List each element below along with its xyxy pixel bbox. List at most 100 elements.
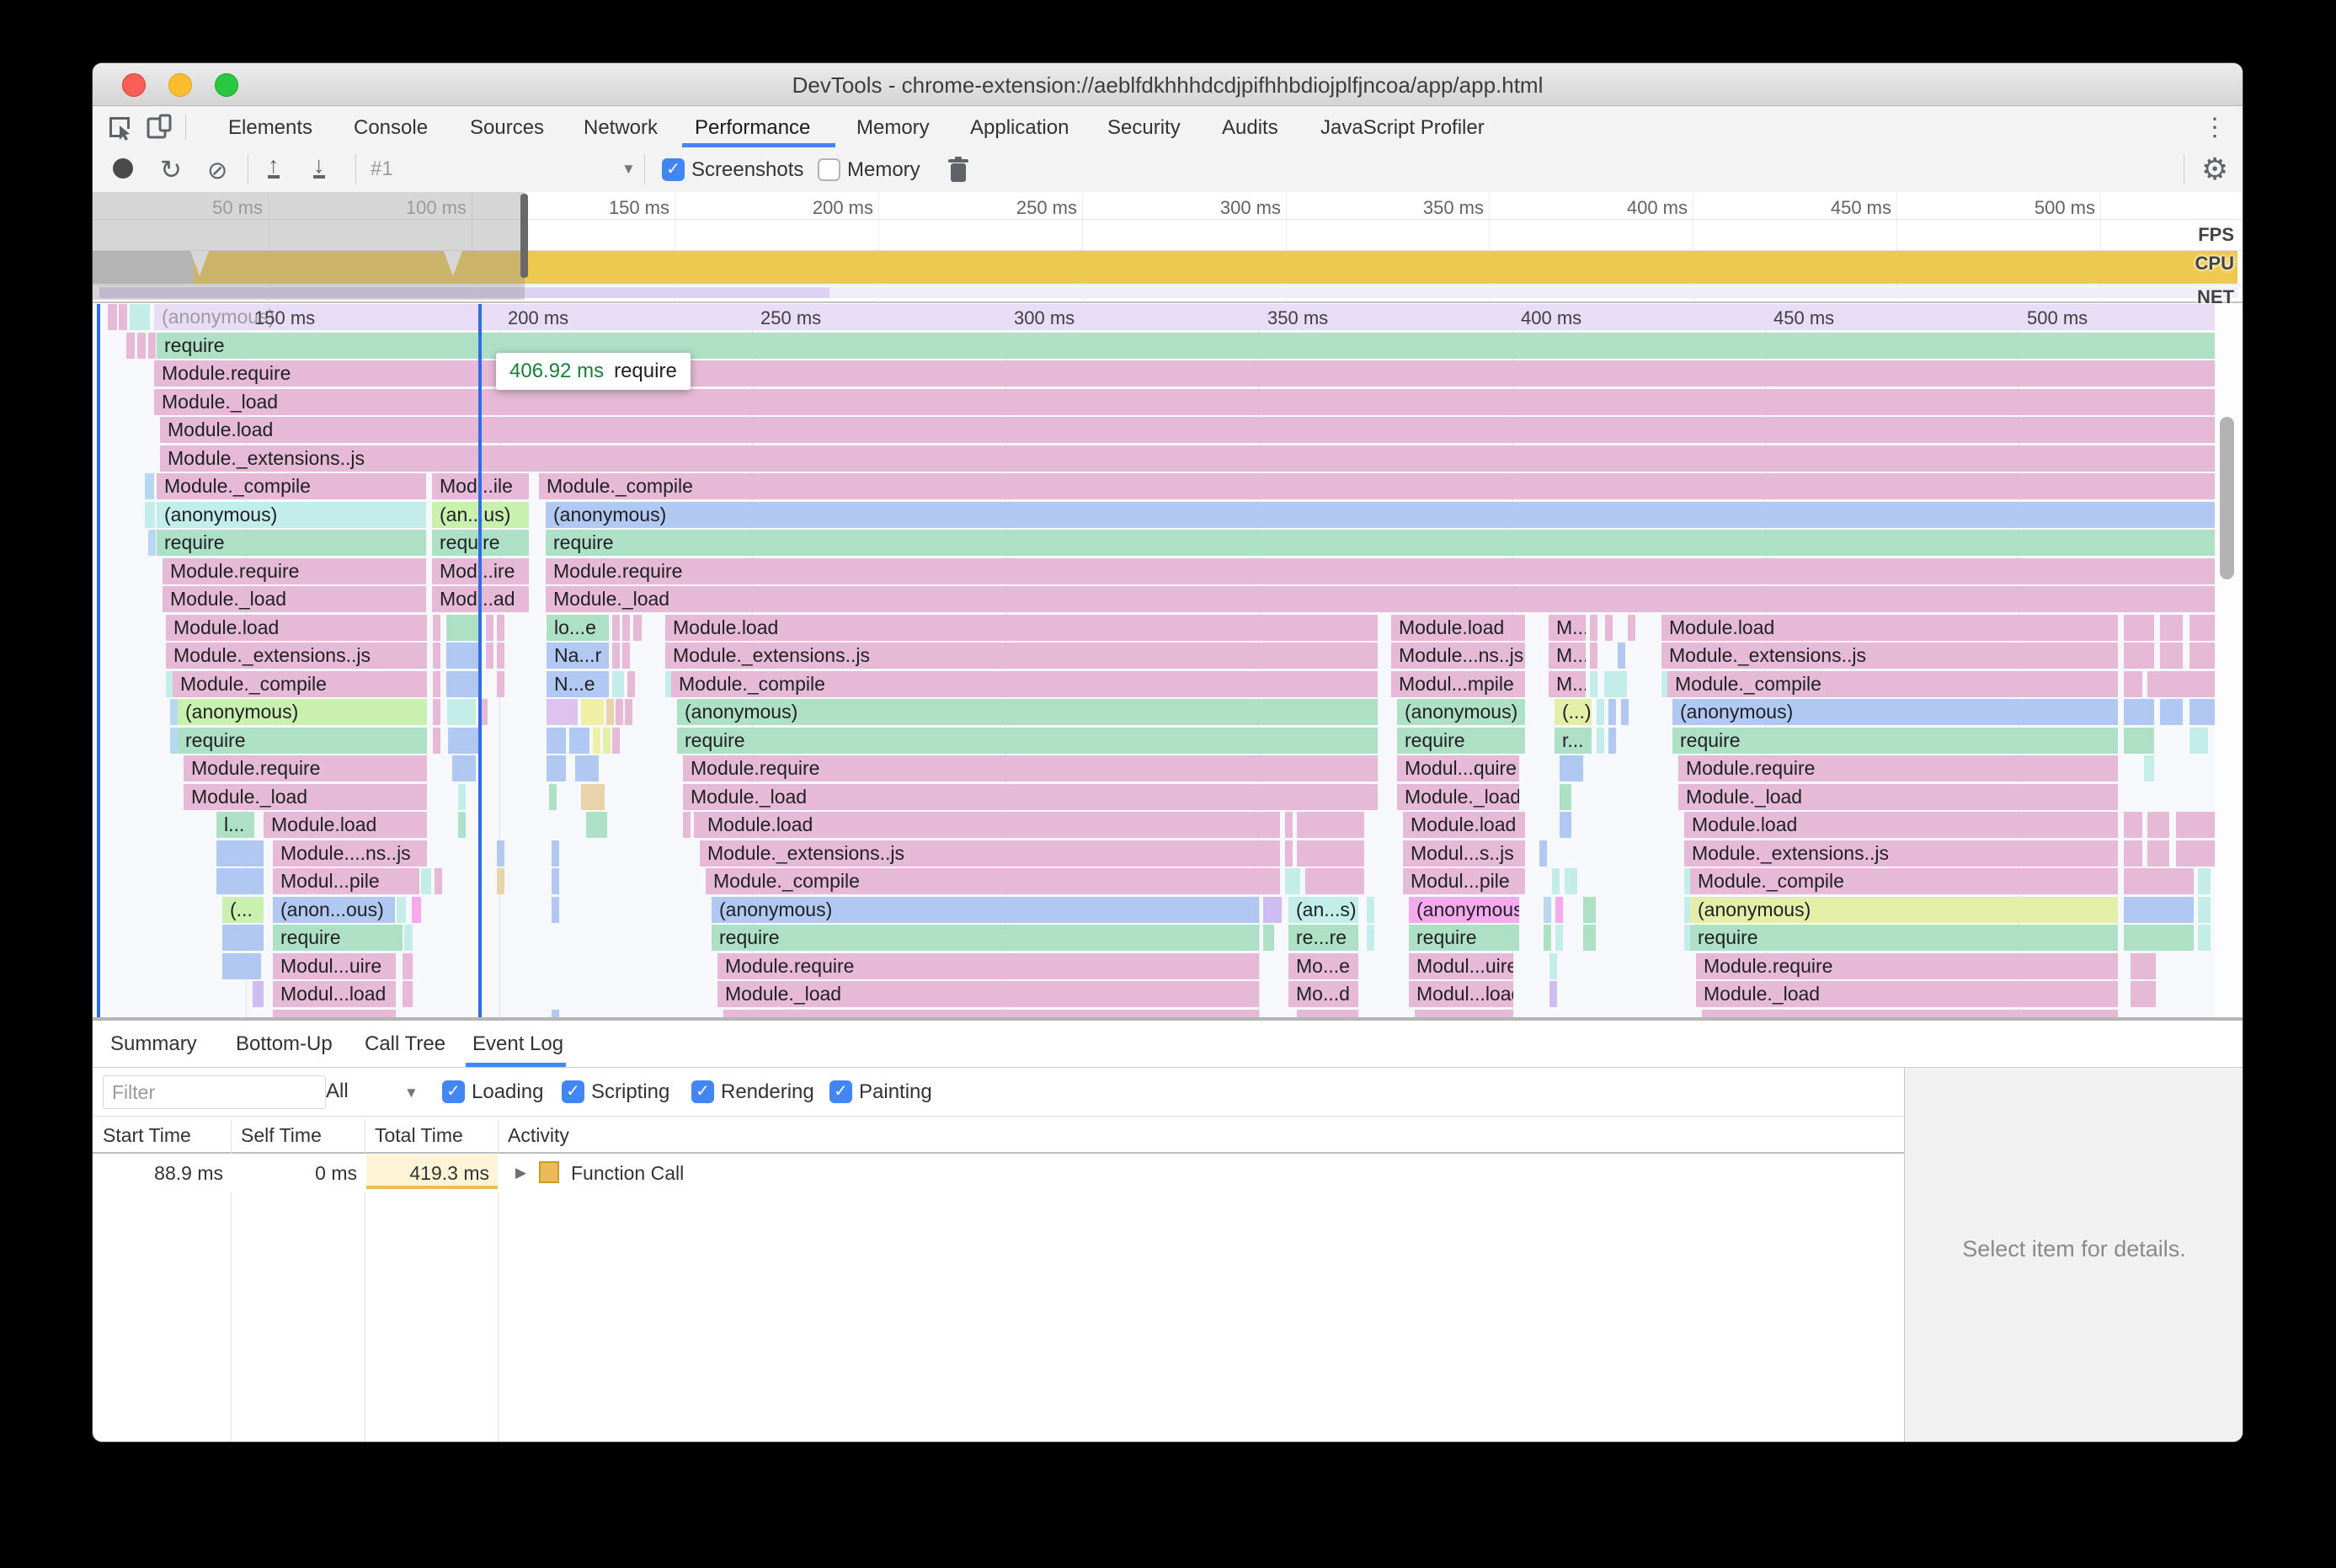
flame-bar[interactable]: [397, 897, 406, 923]
flame-bar[interactable]: [581, 699, 604, 725]
flame-bar[interactable]: [126, 333, 135, 359]
flame-bar[interactable]: Module.load: [264, 812, 427, 838]
flame-bar[interactable]: [1552, 868, 1560, 894]
flame-bar[interactable]: (anonymous): [1397, 699, 1525, 725]
flame-bar[interactable]: [586, 812, 607, 838]
flame-bar[interactable]: [616, 699, 623, 725]
flame-bar[interactable]: [1590, 615, 1597, 641]
flame-bar[interactable]: [2124, 812, 2142, 838]
flame-bar[interactable]: Modul...uire: [1409, 953, 1513, 979]
record-button[interactable]: [113, 158, 133, 179]
inspect-element-icon[interactable]: [106, 114, 133, 145]
flame-bar[interactable]: [606, 699, 614, 725]
flame-bar[interactable]: Module.require: [546, 558, 2215, 584]
flame-bar[interactable]: lo...e: [547, 615, 609, 641]
flame-bar[interactable]: [2176, 812, 2215, 838]
flame-bar[interactable]: Module.require: [154, 360, 2215, 387]
flame-bar[interactable]: [2189, 615, 2215, 641]
flame-bar[interactable]: [273, 1010, 396, 1017]
column-header-self-time[interactable]: Self Time: [241, 1124, 322, 1147]
flame-bar[interactable]: [145, 473, 154, 499]
flame-bar[interactable]: [603, 728, 611, 754]
flame-bar[interactable]: Module._extensions..js: [1684, 840, 2118, 867]
flame-bar[interactable]: M...: [1549, 615, 1586, 641]
flame-bar[interactable]: Mo...e: [1288, 953, 1358, 979]
flame-bar[interactable]: [1604, 671, 1627, 697]
column-header-activity[interactable]: Activity: [508, 1124, 569, 1147]
flame-bar[interactable]: [2124, 699, 2154, 725]
flame-bar[interactable]: Module._load: [1696, 981, 2118, 1007]
flame-bar[interactable]: [1565, 868, 1577, 894]
flame-bar[interactable]: [2124, 840, 2142, 867]
capture-settings-icon[interactable]: ⚙: [2201, 152, 2228, 187]
flame-bar[interactable]: Module._extensions..js: [1661, 643, 2118, 669]
flame-bar[interactable]: [2189, 699, 2215, 725]
flame-bar[interactable]: [2131, 953, 2156, 979]
flame-bar[interactable]: [1305, 868, 1364, 894]
flame-bar[interactable]: [497, 840, 504, 867]
flame-bar[interactable]: [497, 671, 504, 697]
flame-bar[interactable]: Module.load: [160, 417, 2215, 443]
flame-bar[interactable]: [403, 953, 413, 979]
painting-checkbox[interactable]: ✓: [829, 1080, 852, 1103]
flame-bar[interactable]: [1583, 925, 1596, 951]
flame-bar[interactable]: (anonymous): [677, 699, 1378, 725]
flame-bar[interactable]: Module.load: [166, 615, 427, 641]
flame-bar[interactable]: Mo...d: [1288, 981, 1358, 1007]
flame-bar[interactable]: Module.require: [683, 755, 1378, 781]
flame-bar[interactable]: [222, 925, 264, 951]
flame-bar[interactable]: [2124, 897, 2194, 923]
bottom-tab-event-log[interactable]: Event Log: [472, 1032, 563, 1056]
flame-bar[interactable]: Module._compile: [173, 671, 427, 697]
flame-bar[interactable]: [593, 728, 600, 754]
flame-bar[interactable]: [625, 699, 632, 725]
flame-bar[interactable]: require: [178, 728, 427, 754]
flame-bar[interactable]: [497, 868, 504, 894]
flame-bar[interactable]: (anon...ous): [273, 897, 395, 923]
flame-bar[interactable]: Module._compile: [1667, 671, 2118, 697]
flame-bar[interactable]: [452, 755, 476, 781]
flame-bar[interactable]: [2189, 728, 2208, 754]
flame-bar[interactable]: require: [157, 333, 2215, 359]
flame-bar[interactable]: Modul...pile: [1403, 868, 1525, 894]
flame-bar[interactable]: [497, 643, 504, 669]
tab-sources[interactable]: Sources: [470, 116, 544, 140]
flame-bar[interactable]: Module._extensions..js: [700, 840, 1280, 867]
flame-bar[interactable]: Module._compile: [1690, 868, 2118, 894]
flame-bar[interactable]: Module._load: [1397, 784, 1519, 810]
flame-bar[interactable]: Module...ns..js: [1391, 643, 1525, 669]
flame-bar[interactable]: [1285, 840, 1293, 867]
flame-bar[interactable]: Module._extensions..js: [166, 643, 427, 669]
flame-bar[interactable]: [627, 671, 635, 697]
flame-bar[interactable]: Modul...uire: [273, 953, 396, 979]
bottom-tab-summary[interactable]: Summary: [110, 1032, 197, 1056]
flame-bar[interactable]: (anonymous): [546, 502, 2215, 528]
flame-bar[interactable]: Module.require: [163, 558, 426, 584]
timeline-overview[interactable]: 50 ms 100 ms 150 ms 200 ms 250 ms 300 ms 350 m…: [93, 192, 2243, 307]
flame-bar[interactable]: require: [157, 530, 426, 556]
reload-and-record-icon[interactable]: ↻: [160, 155, 182, 185]
flame-bar[interactable]: [435, 868, 442, 894]
flame-bar[interactable]: [2124, 868, 2194, 894]
clear-recording-icon[interactable]: ⊘: [207, 156, 227, 185]
flame-bar[interactable]: [222, 953, 261, 979]
flame-bar[interactable]: [2198, 868, 2211, 894]
flame-bar[interactable]: Modul...load: [273, 981, 396, 1007]
flame-bar[interactable]: [1297, 840, 1364, 867]
flame-bar[interactable]: [412, 897, 421, 923]
flame-bar[interactable]: [404, 925, 413, 951]
column-header-total-time[interactable]: Total Time: [375, 1124, 463, 1147]
flame-bar[interactable]: [433, 671, 440, 697]
flame-bar[interactable]: Module._extensions..js: [160, 445, 2215, 472]
flame-bar[interactable]: [433, 728, 440, 754]
tab-memory[interactable]: Memory: [856, 116, 930, 140]
flame-bar[interactable]: Module.require: [1696, 953, 2118, 979]
flame-bar[interactable]: (anonymous): [1690, 897, 2118, 923]
column-header-start-time[interactable]: Start Time: [103, 1124, 191, 1147]
flame-bar[interactable]: [497, 615, 504, 641]
flame-bar[interactable]: [2124, 671, 2142, 697]
flame-bar[interactable]: [2198, 925, 2211, 951]
flame-bar[interactable]: [1621, 699, 1629, 725]
flame-bar[interactable]: [458, 784, 466, 810]
flame-bar[interactable]: [1605, 615, 1613, 641]
